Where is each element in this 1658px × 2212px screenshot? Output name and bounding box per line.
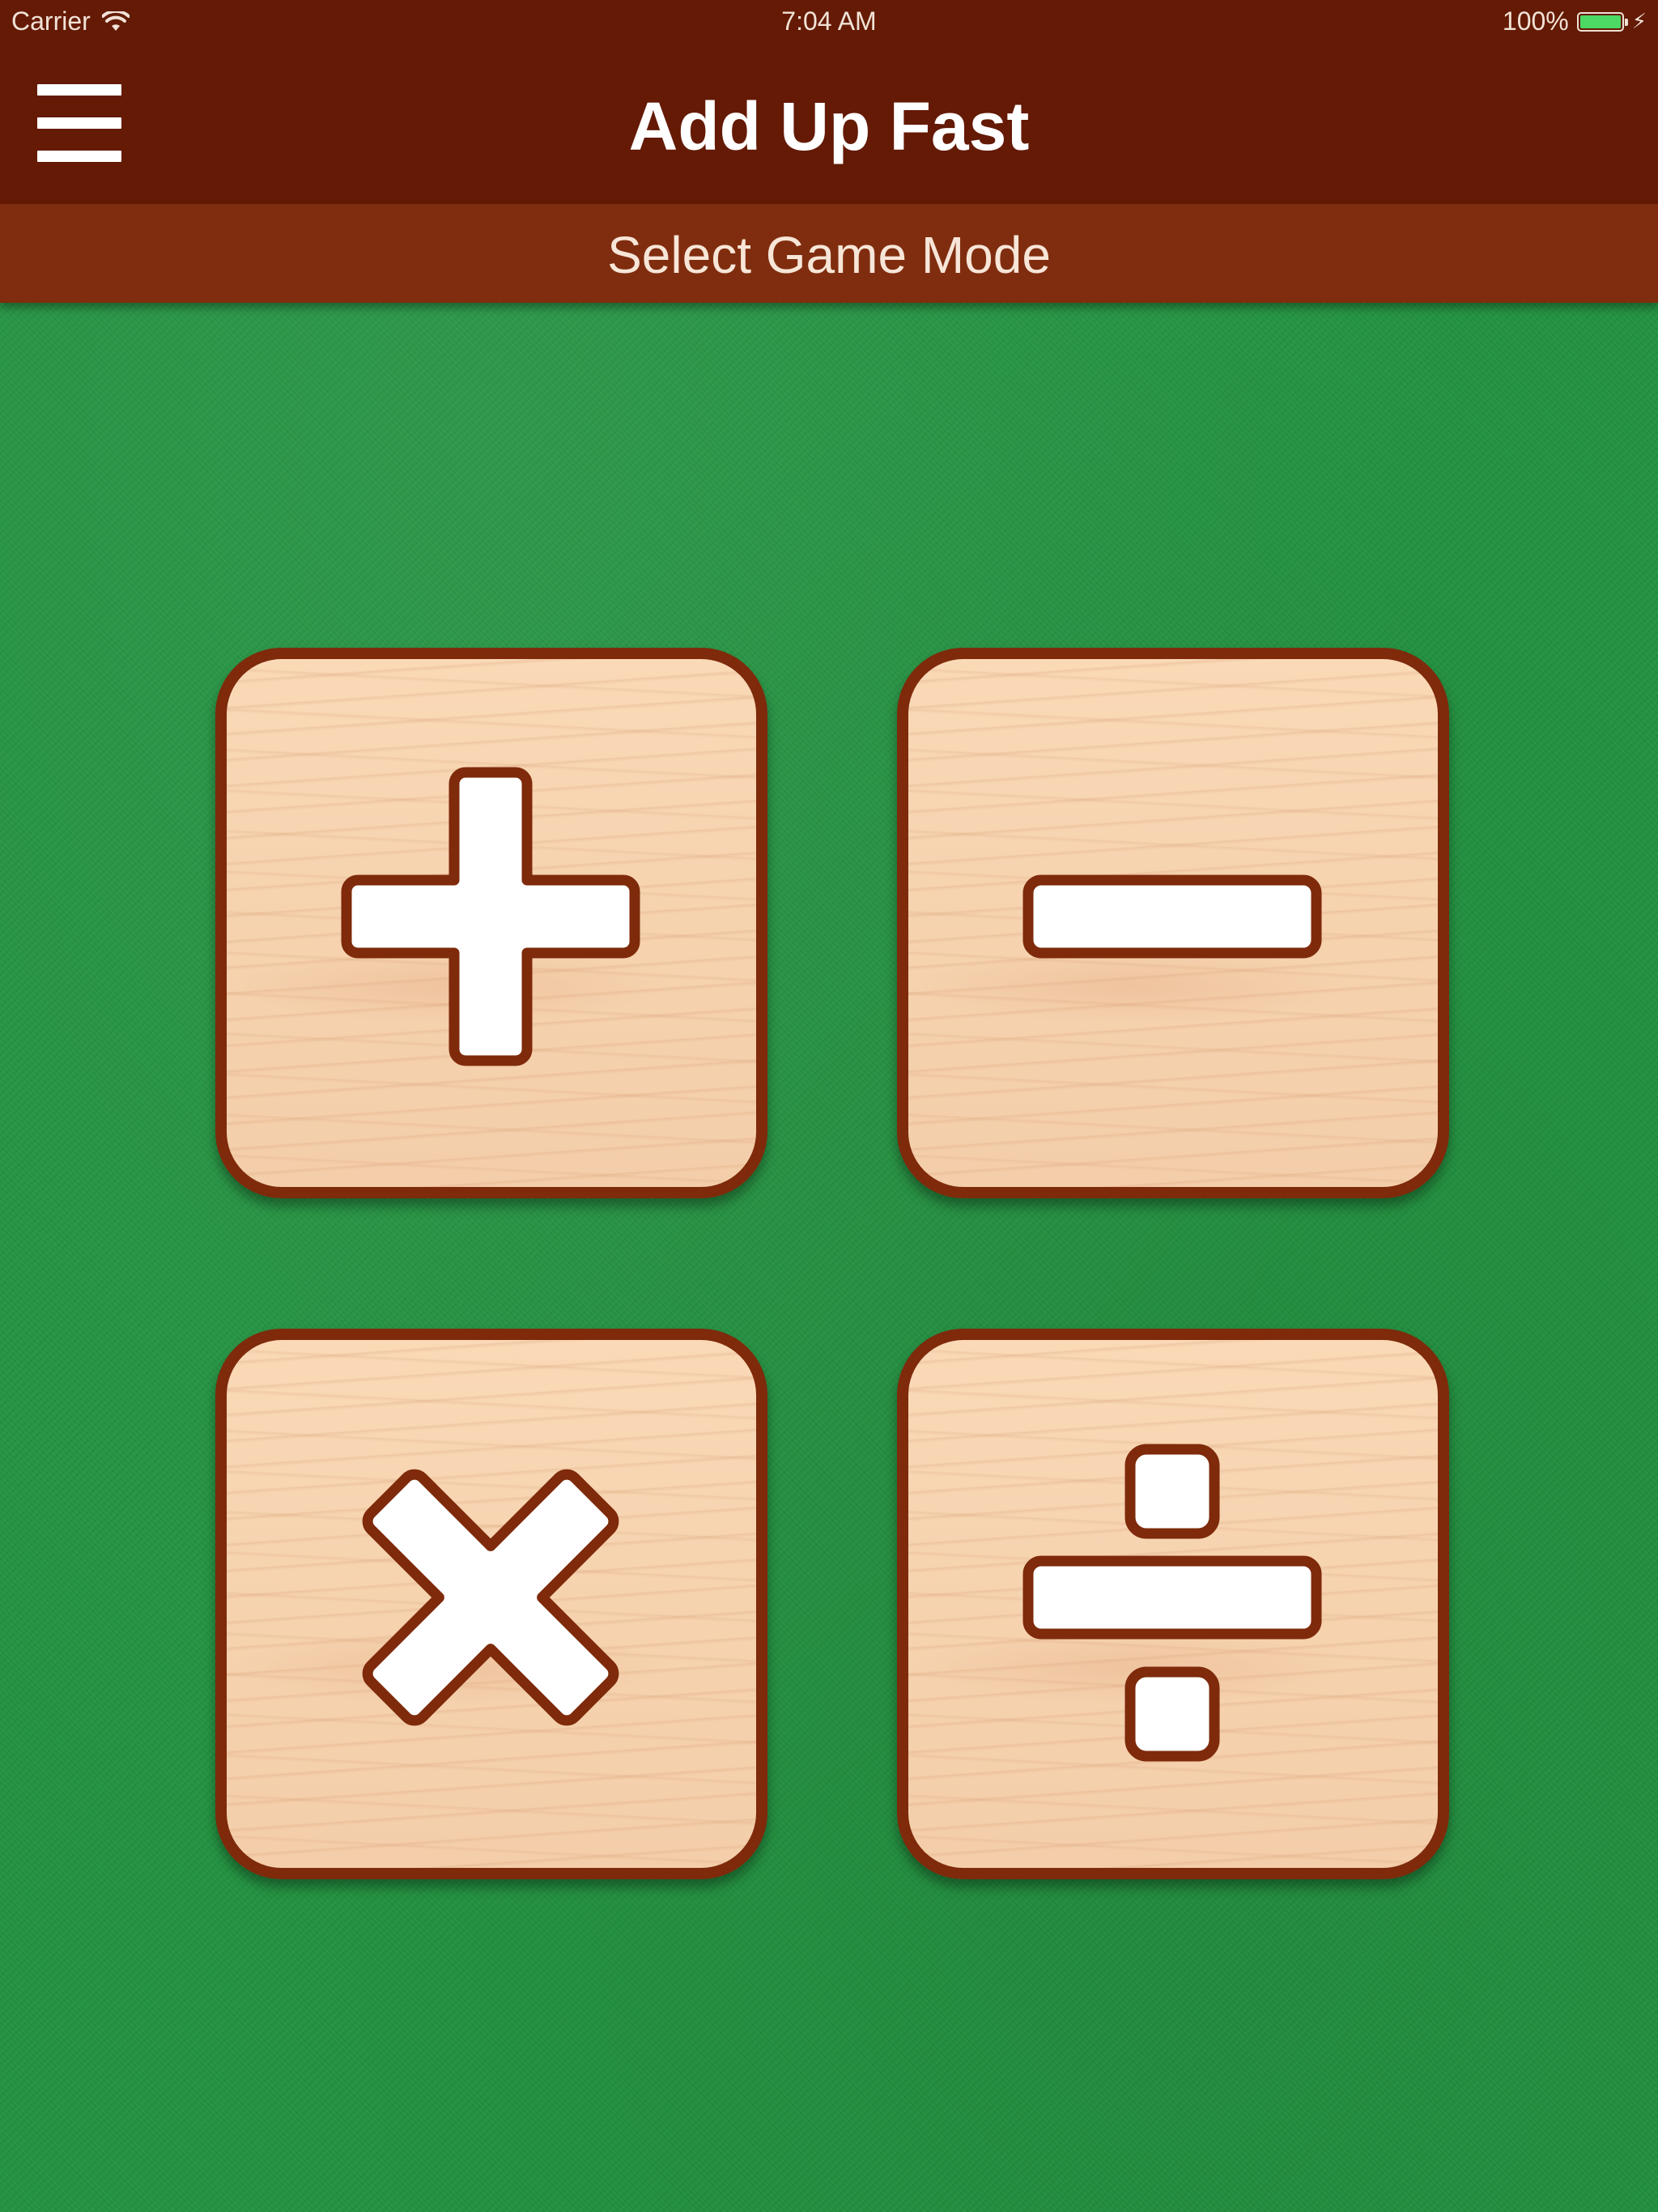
app-title: Add Up Fast — [628, 88, 1030, 164]
battery-nub — [1624, 18, 1628, 26]
minus-icon — [1022, 874, 1322, 959]
charging-icon: ⚡ — [1631, 9, 1647, 33]
multiply-mode-button[interactable] — [215, 1329, 767, 1879]
battery-level — [1579, 15, 1621, 28]
status-right: 100% ⚡ — [1503, 6, 1647, 36]
divide-icon — [1022, 1444, 1322, 1762]
divide-mode-button[interactable] — [897, 1329, 1449, 1879]
subtract-mode-button[interactable] — [897, 648, 1449, 1198]
sub-header-title: Select Game Mode — [607, 226, 1051, 284]
sub-header: Select Game Mode — [0, 204, 1658, 303]
status-time: 7:04 AM — [781, 6, 877, 36]
battery-percent: 100% — [1502, 6, 1569, 36]
multiply-icon — [362, 1469, 619, 1726]
add-mode-button[interactable] — [215, 648, 767, 1198]
battery-icon — [1576, 11, 1628, 32]
plus-icon — [341, 767, 640, 1066]
status-bar: Carrier 7:04 AM 100% ⚡ — [0, 0, 1658, 42]
